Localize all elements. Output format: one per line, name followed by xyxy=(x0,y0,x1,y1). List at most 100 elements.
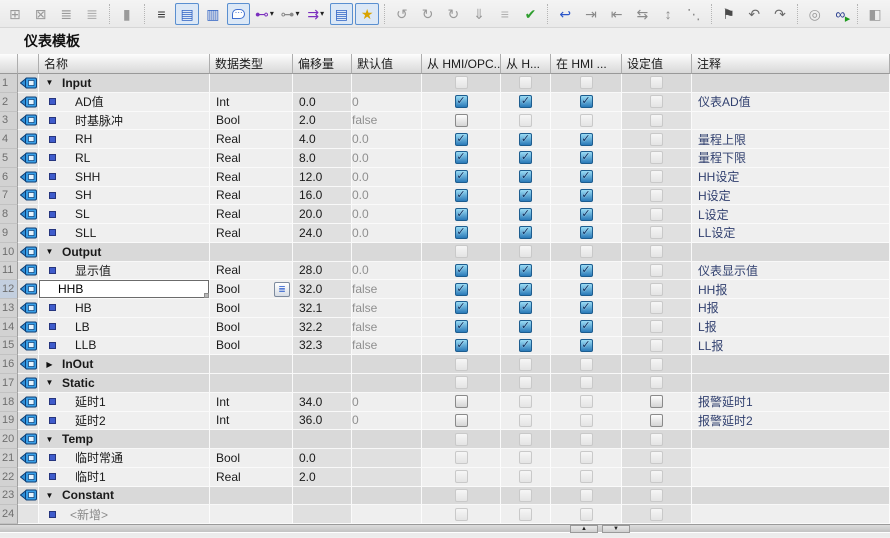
name-cell[interactable]: ▼Constant xyxy=(39,487,210,506)
writable-from-hmi-checkbox[interactable]: ✓ xyxy=(519,170,532,183)
accessible-from-hmi-checkbox[interactable]: ✓ xyxy=(455,151,468,164)
collapse-icon[interactable]: ▼ xyxy=(44,378,55,387)
row-number[interactable]: 10 xyxy=(0,243,18,262)
datatype-cell[interactable]: Int xyxy=(210,393,293,412)
default-value-cell[interactable]: 0 xyxy=(352,412,422,431)
accessible-from-hmi-checkbox[interactable]: ✓ xyxy=(455,264,468,277)
row-number[interactable]: 15 xyxy=(0,337,18,356)
row-number[interactable]: 22 xyxy=(0,468,18,487)
setpoint-checkbox[interactable] xyxy=(650,395,663,408)
default-value-cell[interactable] xyxy=(352,243,422,262)
name-cell[interactable]: 临时1 xyxy=(39,468,210,487)
data-protection-icon[interactable]: ◧ xyxy=(863,3,887,25)
accessible-from-hmi-checkbox[interactable] xyxy=(455,114,468,127)
scrollbar-track[interactable]: ▲ ▼ xyxy=(0,525,890,533)
writable-from-hmi-checkbox[interactable]: ✓ xyxy=(519,226,532,239)
datatype-cell[interactable] xyxy=(210,505,293,524)
visible-in-hmi-checkbox[interactable]: ✓ xyxy=(580,283,593,296)
name-cell[interactable]: RL xyxy=(39,149,210,168)
row-number[interactable]: 20 xyxy=(0,430,18,449)
datatype-cell[interactable] xyxy=(210,243,293,262)
comment-cell[interactable] xyxy=(692,112,890,131)
default-value-cell[interactable] xyxy=(352,355,422,374)
default-value-cell[interactable]: false xyxy=(352,299,422,318)
column-header[interactable]: 从 H... xyxy=(501,54,551,74)
default-value-cell[interactable] xyxy=(352,487,422,506)
row-number[interactable]: 4 xyxy=(0,130,18,149)
default-value-cell[interactable]: false xyxy=(352,337,422,356)
visible-in-hmi-checkbox[interactable]: ✓ xyxy=(580,151,593,164)
visible-in-hmi-checkbox[interactable]: ✓ xyxy=(580,339,593,352)
row-number[interactable]: 16 xyxy=(0,355,18,374)
reset-start-values-icon[interactable]: ↺ xyxy=(390,3,414,25)
name-cell[interactable]: HB xyxy=(39,299,210,318)
datatype-cell[interactable]: Real xyxy=(210,205,293,224)
init-setpoints-icon[interactable]: ↻ xyxy=(442,3,466,25)
default-value-cell[interactable] xyxy=(352,374,422,393)
name-cell[interactable]: ▼Output xyxy=(39,243,210,262)
strike-filter-icon[interactable]: ⋱ xyxy=(682,3,706,25)
name-cell[interactable]: ▼Input xyxy=(39,74,210,93)
row-number[interactable]: 24 xyxy=(0,505,18,524)
monitor-all-icon[interactable]: ∞▶ xyxy=(829,3,853,25)
comment-cell[interactable] xyxy=(692,449,890,468)
writable-from-hmi-checkbox[interactable]: ✓ xyxy=(519,320,532,333)
writable-from-hmi-checkbox[interactable]: ✓ xyxy=(519,208,532,221)
row-number[interactable]: 13 xyxy=(0,299,18,318)
writable-from-hmi-checkbox[interactable]: ✓ xyxy=(519,339,532,352)
visible-in-hmi-checkbox[interactable]: ✓ xyxy=(580,226,593,239)
collapse-icon[interactable]: ▼ xyxy=(44,78,55,87)
check-consistency-icon[interactable]: ✔ xyxy=(519,3,543,25)
name-cell[interactable]: 时基脉冲 xyxy=(39,112,210,131)
snapshot-actual-values-icon[interactable]: ⊶▾ xyxy=(278,3,302,25)
comment-cell[interactable]: 仪表AD值 xyxy=(692,93,890,112)
column-header[interactable]: 名称 xyxy=(39,54,210,74)
name-cell[interactable]: RH xyxy=(39,130,210,149)
default-value-cell[interactable] xyxy=(352,449,422,468)
accessible-from-hmi-checkbox[interactable]: ✓ xyxy=(455,208,468,221)
datatype-cell[interactable]: Real xyxy=(210,130,293,149)
name-cell[interactable]: SL xyxy=(39,205,210,224)
name-cell[interactable]: ▼Static xyxy=(39,374,210,393)
row-number[interactable]: 19 xyxy=(0,412,18,431)
accessible-from-hmi-checkbox[interactable]: ✓ xyxy=(455,189,468,202)
comment-cell[interactable]: HH设定 xyxy=(692,168,890,187)
name-cell[interactable]: SH xyxy=(39,187,210,206)
bookmark-icon[interactable]: ⚑ xyxy=(717,3,741,25)
datatype-cell[interactable]: Real xyxy=(210,262,293,281)
column-header[interactable]: 数据类型 xyxy=(210,54,293,74)
row-number[interactable]: 7 xyxy=(0,187,18,206)
name-cell[interactable]: SHH xyxy=(39,168,210,187)
default-value-cell[interactable]: 0.0 xyxy=(352,262,422,281)
datatype-cell[interactable]: Bool xyxy=(210,449,293,468)
default-value-cell[interactable]: 0 xyxy=(352,93,422,112)
accessible-from-hmi-checkbox[interactable]: ✓ xyxy=(455,339,468,352)
comment-cell[interactable]: LL设定 xyxy=(692,224,890,243)
visible-in-hmi-checkbox[interactable]: ✓ xyxy=(580,170,593,183)
add-row-after-icon[interactable]: ≣ xyxy=(80,3,104,25)
setpoint-checkbox[interactable] xyxy=(650,414,663,427)
datatype-cell[interactable] xyxy=(210,374,293,393)
navigate-back-icon[interactable]: ↩ xyxy=(553,3,577,25)
name-cell[interactable]: <新增> xyxy=(39,505,210,524)
name-cell[interactable]: LLB xyxy=(39,337,210,356)
datatype-cell[interactable]: Real xyxy=(210,468,293,487)
name-cell[interactable]: AD值 xyxy=(39,93,210,112)
name-edit-input[interactable]: HHB xyxy=(39,280,209,298)
visible-in-hmi-checkbox[interactable]: ✓ xyxy=(580,133,593,146)
expand-icon[interactable]: ▶ xyxy=(44,360,55,369)
comment-cell[interactable] xyxy=(692,243,890,262)
name-cell[interactable]: LB xyxy=(39,318,210,337)
add-row-icon[interactable]: ≣ xyxy=(54,3,78,25)
comment-cell[interactable]: H设定 xyxy=(692,187,890,206)
name-cell[interactable]: HHB xyxy=(39,280,210,299)
column-header[interactable]: 偏移量 xyxy=(293,54,352,74)
column-header[interactable]: 在 HMI ... xyxy=(551,54,622,74)
datatype-cell[interactable]: Bool xyxy=(210,318,293,337)
column-header[interactable]: 从 HMI/OPC.. xyxy=(422,54,501,74)
row-number[interactable]: 2 xyxy=(0,93,18,112)
default-value-cell[interactable]: 0.0 xyxy=(352,130,422,149)
scroll-up-button[interactable]: ▲ xyxy=(570,525,598,533)
datatype-cell[interactable] xyxy=(210,74,293,93)
comment-cell[interactable] xyxy=(692,505,890,524)
